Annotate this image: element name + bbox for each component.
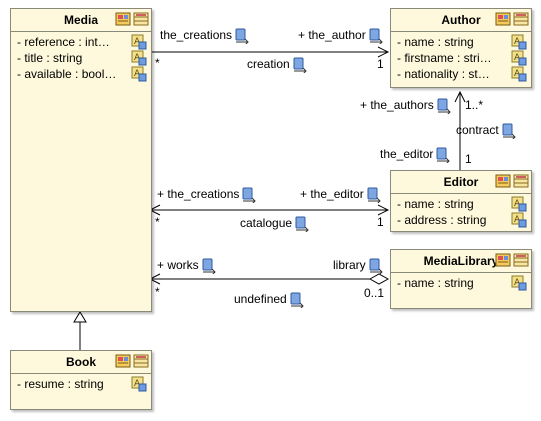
association-role-icon: [290, 292, 304, 308]
undefined-src-mult: *: [155, 285, 160, 299]
creation-src-role[interactable]: the_creations: [160, 28, 250, 44]
class-icon: [133, 12, 149, 26]
undefined-name[interactable]: undefined: [234, 292, 305, 308]
author-attr-firstname[interactable]: - firstname : stri… A: [397, 50, 527, 66]
class-stereotype-icon: [495, 253, 511, 267]
creation-src-mult: *: [155, 56, 160, 70]
author-attr-nationality[interactable]: - nationality : st… A: [397, 66, 527, 82]
attribute-icon: A: [511, 34, 527, 50]
book-attr-resume[interactable]: - resume : string A: [17, 376, 147, 392]
catalogue-src-mult: *: [155, 215, 160, 229]
contract-src-role[interactable]: + the_authors: [360, 98, 452, 114]
class-media-header: Media: [11, 9, 151, 32]
association-role-icon: [293, 57, 307, 73]
contract-dst-mult: 1: [465, 152, 472, 166]
attribute-icon: A: [131, 34, 147, 50]
association-role-icon: [242, 187, 257, 203]
association-role-icon: [367, 187, 381, 203]
attribute-icon: A: [131, 50, 147, 66]
class-editor-header: Editor: [391, 171, 531, 194]
class-stereotype-icon: [115, 12, 131, 26]
association-role-icon: [436, 147, 451, 163]
generalization-triangle: [73, 311, 87, 323]
class-medialibrary-header: MediaLibrary: [391, 250, 531, 273]
contract-name[interactable]: contract: [456, 123, 517, 139]
class-stereotype-icon: [495, 174, 511, 188]
aggregation-diamond: [368, 273, 390, 285]
undefined-dst-mult: 0..1: [364, 286, 385, 300]
class-media[interactable]: Media - reference : int… A - title : stri…: [10, 8, 152, 312]
attribute-icon: A: [511, 196, 527, 212]
attribute-icon: A: [511, 66, 527, 82]
creation-dst-mult: 1: [377, 57, 384, 71]
media-attr-available[interactable]: - available : bool… A: [17, 66, 147, 82]
editor-attr-name[interactable]: - name : string A: [397, 196, 527, 212]
catalogue-dst-mult: 1: [377, 215, 384, 229]
creation-dst-role[interactable]: + the_author: [298, 28, 384, 44]
catalogue-dst-role[interactable]: + the_editor: [300, 187, 382, 203]
catalogue-src-role[interactable]: + the_creations: [157, 187, 257, 203]
attribute-icon: A: [131, 66, 147, 82]
class-icon: [513, 253, 529, 267]
class-book-header: Book: [11, 351, 151, 374]
contract-dst-role[interactable]: the_editor: [380, 147, 451, 163]
author-attr-name[interactable]: - name : string A: [397, 34, 527, 50]
class-editor[interactable]: Editor - name : string A - address : stri…: [390, 170, 532, 232]
attribute-icon: A: [511, 275, 527, 291]
association-role-icon: [369, 28, 383, 44]
class-medialibrary[interactable]: MediaLibrary - name : string A: [390, 249, 532, 309]
medialibrary-attr-name[interactable]: - name : string A: [397, 275, 527, 291]
creation-name[interactable]: creation: [247, 57, 308, 73]
class-icon: [513, 174, 529, 188]
contract-src-mult: 1..*: [465, 98, 484, 112]
media-attr-title[interactable]: - title : string A: [17, 50, 147, 66]
editor-attr-address[interactable]: - address : string A: [397, 212, 527, 228]
association-role-icon: [235, 28, 249, 44]
attribute-icon: A: [511, 212, 527, 228]
class-author[interactable]: Author - name : string A - firstname : st…: [390, 8, 532, 88]
association-role-icon: [502, 123, 516, 139]
association-role-icon: [295, 216, 309, 232]
attribute-icon: A: [511, 50, 527, 66]
association-role-icon: [202, 258, 216, 274]
class-author-header: Author: [391, 9, 531, 32]
class-stereotype-icon: [115, 354, 131, 368]
undefined-dst-role[interactable]: library: [333, 258, 384, 274]
catalogue-name[interactable]: catalogue: [240, 216, 310, 232]
class-icon: [513, 12, 529, 26]
media-attr-reference[interactable]: - reference : int… A: [17, 34, 147, 50]
class-book[interactable]: Book - resume : string A: [10, 350, 152, 410]
association-role-icon: [437, 98, 451, 114]
class-stereotype-icon: [495, 12, 511, 26]
association-role-icon: [369, 258, 383, 274]
class-icon: [133, 354, 149, 368]
attribute-icon: A: [131, 376, 147, 392]
undefined-src-role[interactable]: + works: [157, 258, 217, 274]
